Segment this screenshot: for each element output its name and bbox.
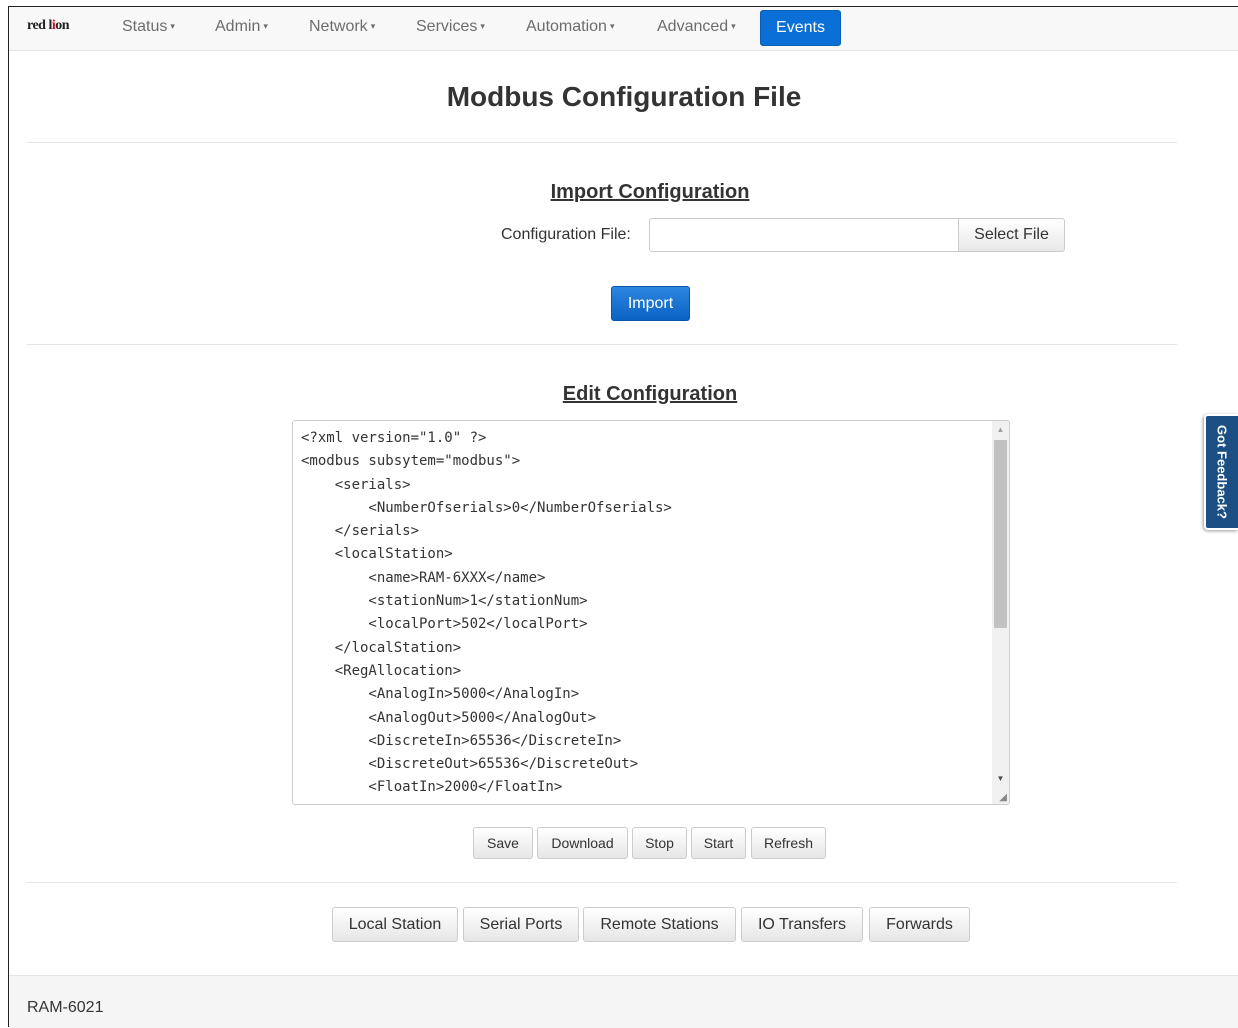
chevron-down-icon: ▾: [370, 21, 376, 31]
editor-scrollbar[interactable]: ▲ ▼: [992, 421, 1009, 804]
nav-services-menu[interactable]: Services ▾: [416, 18, 485, 36]
nav-advanced-label: Advanced: [657, 18, 729, 35]
download-button[interactable]: Download: [537, 827, 628, 859]
start-button[interactable]: Start: [691, 827, 746, 859]
nav-status-label: Status: [122, 18, 168, 35]
edit-section-title: Edit Configuration: [562, 383, 738, 405]
scroll-down-arrow-icon[interactable]: ▼: [992, 770, 1009, 787]
io-transfers-button[interactable]: IO Transfers: [741, 907, 863, 942]
stop-button[interactable]: Stop: [632, 827, 687, 859]
nav-admin-label: Admin: [215, 18, 261, 35]
chevron-down-icon: ▾: [263, 21, 268, 31]
config-editor-content[interactable]: <?xml version="1.0" ?> <modbus subsytem=…: [301, 427, 989, 804]
serial-ports-button[interactable]: Serial Ports: [463, 907, 579, 942]
import-button[interactable]: Import: [611, 286, 690, 321]
chevron-down-icon: ▾: [480, 21, 485, 31]
nav-network-menu[interactable]: Network ▾: [309, 18, 375, 36]
forwards-button[interactable]: Forwards: [869, 907, 970, 942]
nav-events-button[interactable]: Events: [760, 10, 841, 46]
redlion-logo[interactable]: red lion: [27, 18, 70, 34]
select-file-button[interactable]: Select File: [958, 218, 1065, 252]
nav-advanced-menu[interactable]: Advanced ▾: [657, 18, 736, 36]
scroll-up-arrow-icon[interactable]: ▲: [992, 421, 1009, 438]
scrollbar-thumb[interactable]: [994, 440, 1007, 628]
config-editor-textarea[interactable]: <?xml version="1.0" ?> <modbus subsytem=…: [292, 420, 1010, 805]
configuration-file-label: Configuration File:: [501, 226, 631, 243]
local-station-button[interactable]: Local Station: [332, 907, 458, 942]
import-section-title: Import Configuration: [550, 181, 750, 203]
got-feedback-tab[interactable]: Got Feedback?: [1204, 414, 1238, 530]
device-model-label: RAM-6021: [27, 999, 104, 1016]
section-divider: [27, 344, 1177, 345]
save-button[interactable]: Save: [473, 827, 533, 859]
refresh-button[interactable]: Refresh: [751, 827, 826, 859]
configuration-file-field[interactable]: [649, 218, 959, 252]
chevron-down-icon: ▾: [731, 21, 736, 31]
chevron-down-icon: ▾: [609, 21, 615, 31]
resize-grip-icon[interactable]: ◢: [992, 787, 1009, 804]
nav-services-label: Services: [416, 18, 478, 35]
nav-automation-label: Automation: [526, 18, 607, 35]
nav-status-menu[interactable]: Status ▾: [122, 18, 175, 36]
nav-admin-menu[interactable]: Admin ▾: [215, 18, 268, 36]
nav-network-label: Network: [309, 18, 368, 35]
page-footer: RAM-6021: [9, 975, 1238, 1028]
top-navbar: red lion Status ▾ Admin ▾ Network ▾ Service…: [9, 7, 1238, 51]
remote-stations-button[interactable]: Remote Stations: [583, 907, 736, 942]
got-feedback-label: Got Feedback?: [1214, 425, 1230, 519]
logo-text-prefix: red l: [27, 18, 52, 33]
section-divider: [27, 882, 1177, 883]
logo-text-suffix: on: [55, 18, 70, 33]
section-divider: [27, 142, 1177, 143]
chevron-down-icon: ▾: [170, 21, 175, 31]
app-window: red lion Status ▾ Admin ▾ Network ▾ Service…: [8, 6, 1238, 1028]
nav-automation-menu[interactable]: Automation ▾: [526, 18, 614, 36]
page-title: Modbus Configuration File: [446, 81, 802, 112]
